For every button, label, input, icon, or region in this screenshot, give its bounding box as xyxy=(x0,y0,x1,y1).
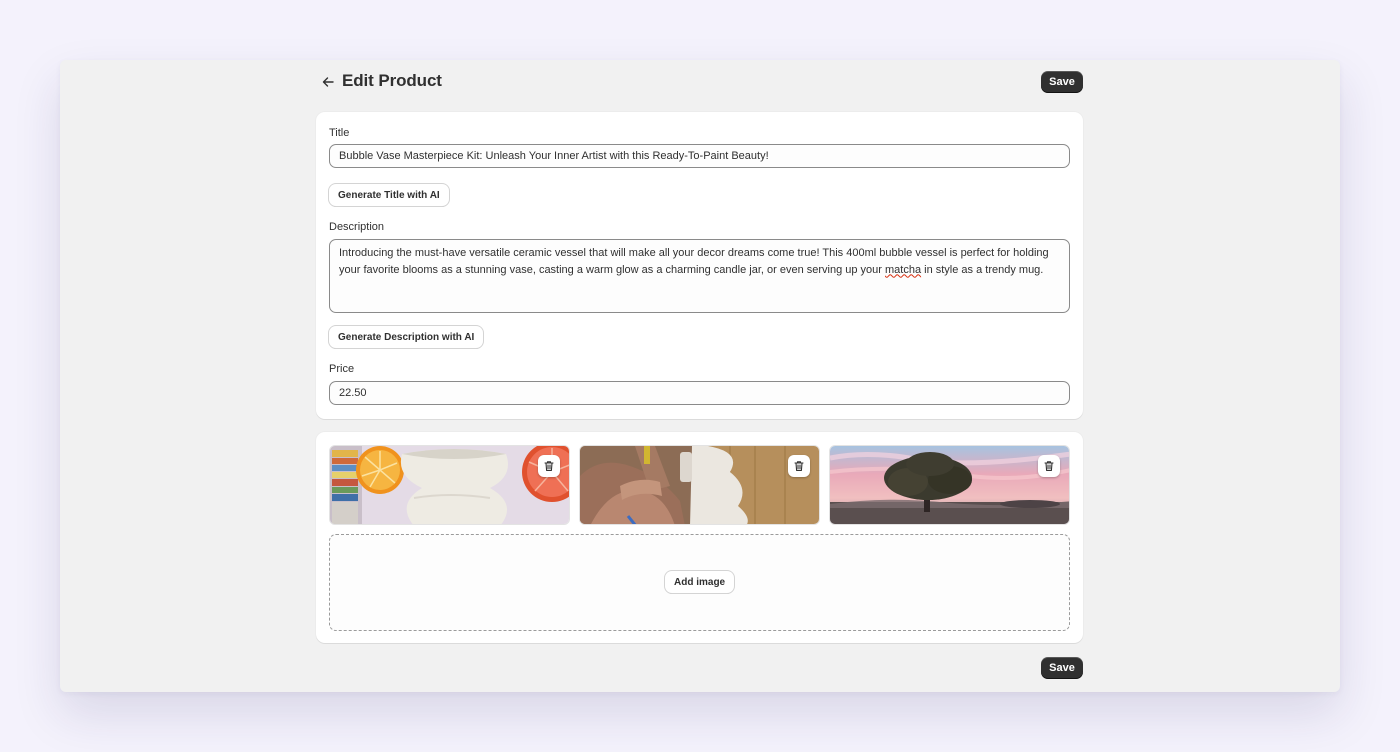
media-image-1[interactable] xyxy=(329,445,570,525)
title-label: Title xyxy=(329,127,350,139)
edit-product-page: Edit Product Save Title Bubble Vase Mast… xyxy=(316,60,1083,692)
delete-image-2-button[interactable] xyxy=(788,455,810,477)
page-title: Edit Product xyxy=(342,71,442,90)
image-dropzone[interactable]: Add image xyxy=(329,534,1070,631)
delete-image-3-button[interactable] xyxy=(1038,455,1060,477)
trash-icon xyxy=(794,461,804,472)
tree-sunrise-photo xyxy=(830,446,1069,524)
arrow-left-icon xyxy=(322,77,334,87)
description-textarea[interactable]: Introducing the must-have versatile cera… xyxy=(329,239,1070,313)
description-label: Description xyxy=(329,221,385,233)
product-details-card: Title Bubble Vase Masterpiece Kit: Unlea… xyxy=(316,112,1083,419)
vase-oranges-photo xyxy=(330,446,569,524)
misspelled-word: matcha xyxy=(885,263,922,276)
trash-icon xyxy=(544,461,554,472)
media-card: Add image xyxy=(316,432,1083,643)
generate-title-button[interactable]: Generate Title with AI xyxy=(329,184,449,206)
title-input[interactable]: Bubble Vase Masterpiece Kit: Unleash You… xyxy=(329,144,1070,168)
back-button[interactable] xyxy=(318,72,338,92)
media-image-3[interactable] xyxy=(829,445,1070,525)
save-button-bottom[interactable]: Save xyxy=(1041,657,1083,679)
media-image-2[interactable] xyxy=(579,445,820,525)
add-image-button[interactable]: Add image xyxy=(665,571,735,593)
generate-description-button[interactable]: Generate Description with AI xyxy=(329,326,484,348)
description-text-end: in style as a trendy mug. xyxy=(921,263,1044,276)
price-label: Price xyxy=(329,363,355,375)
delete-image-1-button[interactable] xyxy=(538,455,560,477)
price-input[interactable]: 22.50 xyxy=(329,381,1070,405)
painting-vase-photo xyxy=(580,446,819,524)
app-window: Edit Product Save Title Bubble Vase Mast… xyxy=(60,60,1340,692)
trash-icon xyxy=(1044,461,1054,472)
save-button-top[interactable]: Save xyxy=(1041,71,1083,93)
page-header: Edit Product xyxy=(316,70,1083,94)
